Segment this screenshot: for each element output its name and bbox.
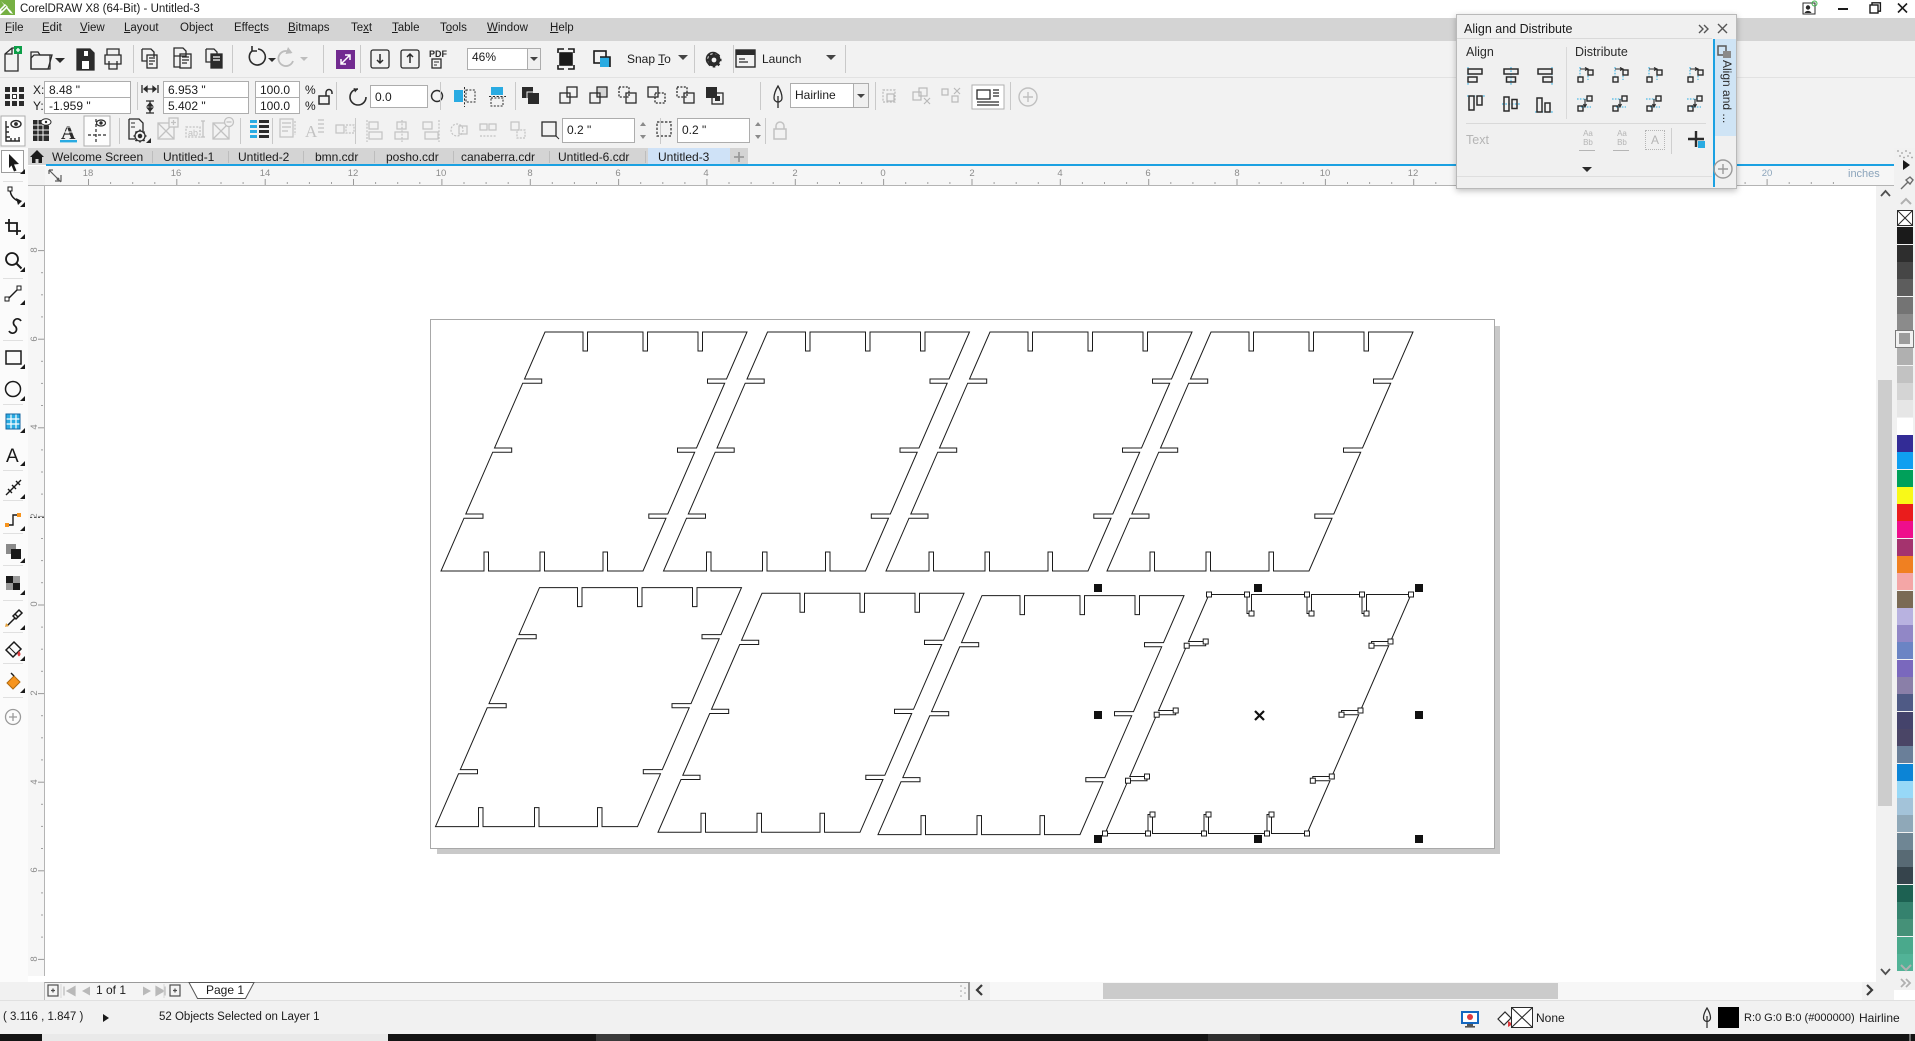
svg-text:PDF: PDF bbox=[429, 49, 448, 59]
svg-text:ab: ab bbox=[188, 128, 198, 138]
svg-text:A: A bbox=[305, 122, 318, 141]
svg-text:A: A bbox=[6, 446, 19, 467]
